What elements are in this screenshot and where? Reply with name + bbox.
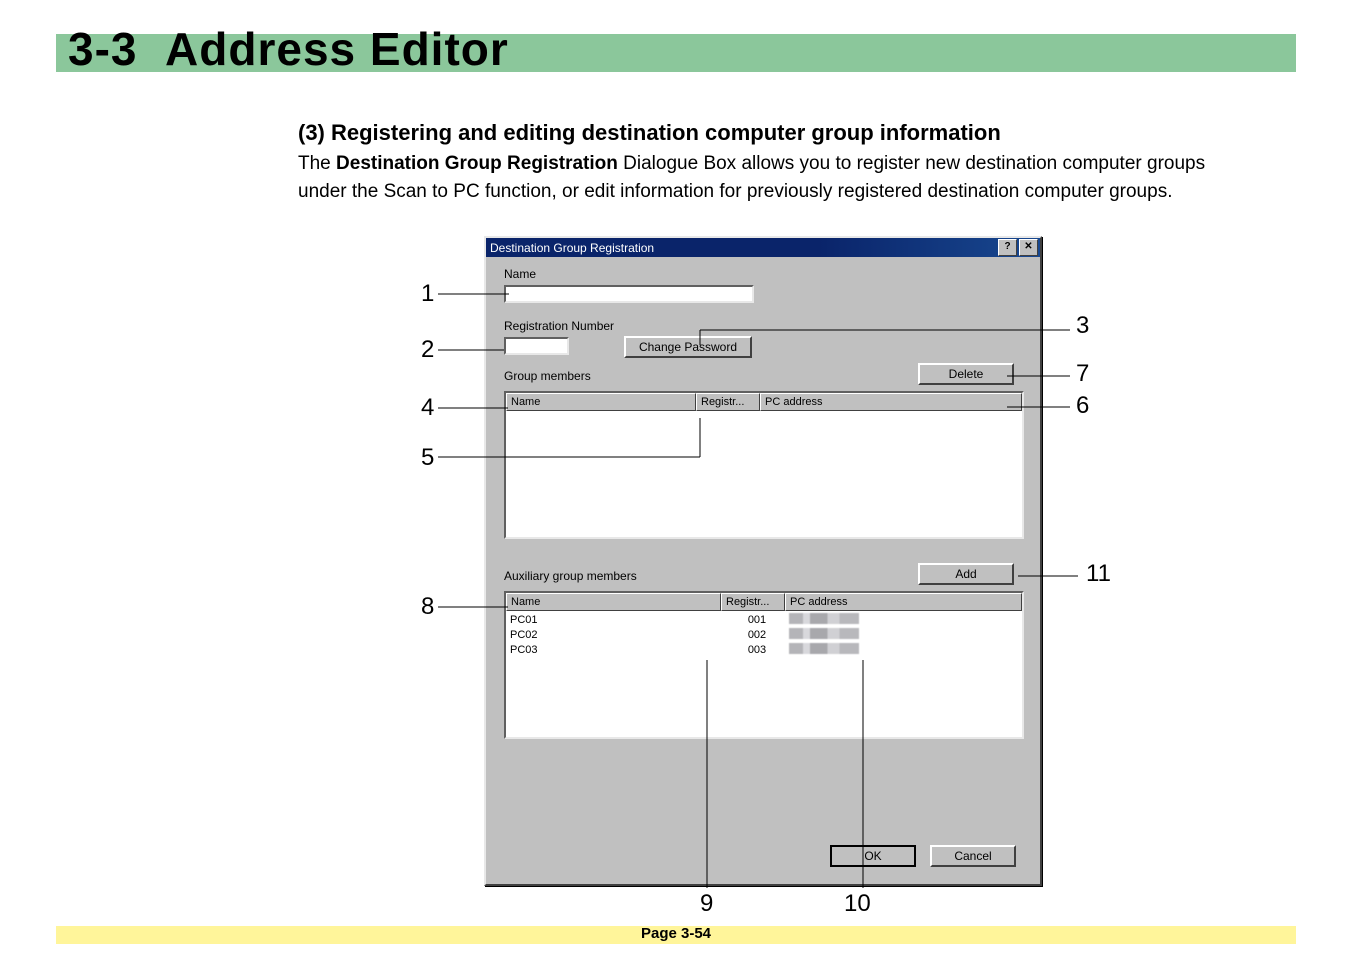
aux-members-label: Auxiliary group members — [504, 569, 637, 583]
body-bold: Destination Group Registration — [336, 153, 618, 174]
row-pc — [789, 613, 859, 628]
registration-label: Registration Number — [504, 319, 614, 333]
section-title: Address Editor — [165, 23, 509, 75]
callout-3: 3 — [1076, 312, 1089, 340]
page-number: Page 3-54 — [0, 925, 1352, 942]
row-pc — [789, 628, 859, 643]
row-reg: 001 — [725, 613, 789, 628]
change-password-button[interactable]: Change Password — [624, 336, 752, 358]
aux-members-list[interactable]: Name Registr... PC address PC01 001 PC02… — [504, 591, 1024, 739]
group-members-label: Group members — [504, 369, 591, 383]
destination-group-dialog: Destination Group Registration ? ✕ Name … — [484, 236, 1042, 886]
aux-members-body: PC01 001 PC02 002 PC03 003 — [506, 611, 1022, 660]
col-pc-2[interactable]: PC address — [785, 593, 1022, 611]
row-name: PC01 — [510, 613, 725, 628]
callout-1: 1 — [421, 280, 434, 308]
callout-5: 5 — [421, 444, 434, 472]
titlebar[interactable]: Destination Group Registration ? ✕ — [486, 238, 1040, 257]
callout-2: 2 — [421, 336, 434, 364]
callout-8: 8 — [421, 593, 434, 621]
group-members-header: Name Registr... PC address — [506, 393, 1022, 411]
list-item[interactable]: PC03 003 — [510, 643, 1018, 658]
subsection-title: (3) Registering and editing destination … — [298, 120, 1001, 146]
body-text: The Destination Group Registration Dialo… — [298, 150, 1258, 205]
col-reg-2[interactable]: Registr... — [721, 593, 785, 611]
callout-4: 4 — [421, 394, 434, 422]
row-name: PC03 — [510, 643, 725, 658]
row-name: PC02 — [510, 628, 725, 643]
section-number: 3-3 — [68, 23, 137, 75]
col-reg[interactable]: Registr... — [696, 393, 760, 411]
group-members-list[interactable]: Name Registr... PC address — [504, 391, 1024, 539]
callout-11: 11 — [1086, 560, 1111, 588]
row-pc — [789, 643, 859, 658]
registration-input[interactable] — [504, 337, 569, 355]
group-members-body — [506, 411, 1022, 415]
callout-9: 9 — [700, 890, 713, 918]
callout-7: 7 — [1076, 360, 1089, 388]
body-prefix: The — [298, 153, 336, 174]
col-pc[interactable]: PC address — [760, 393, 1022, 411]
callout-6: 6 — [1076, 392, 1089, 420]
callout-10: 10 — [844, 890, 871, 918]
name-input[interactable] — [504, 285, 754, 303]
dialog-title: Destination Group Registration — [490, 241, 998, 255]
col-name[interactable]: Name — [506, 393, 696, 411]
row-reg: 003 — [725, 643, 789, 658]
list-item[interactable]: PC02 002 — [510, 628, 1018, 643]
cancel-button[interactable]: Cancel — [930, 845, 1016, 867]
add-button[interactable]: Add — [918, 563, 1014, 585]
list-item[interactable]: PC01 001 — [510, 613, 1018, 628]
ok-button[interactable]: OK — [830, 845, 916, 867]
help-icon[interactable]: ? — [998, 239, 1017, 256]
delete-button[interactable]: Delete — [918, 363, 1014, 385]
section-heading: 3-3 Address Editor — [68, 22, 509, 76]
name-label: Name — [504, 267, 536, 281]
close-icon[interactable]: ✕ — [1019, 239, 1038, 256]
col-name-2[interactable]: Name — [506, 593, 721, 611]
row-reg: 002 — [725, 628, 789, 643]
aux-members-header: Name Registr... PC address — [506, 593, 1022, 611]
